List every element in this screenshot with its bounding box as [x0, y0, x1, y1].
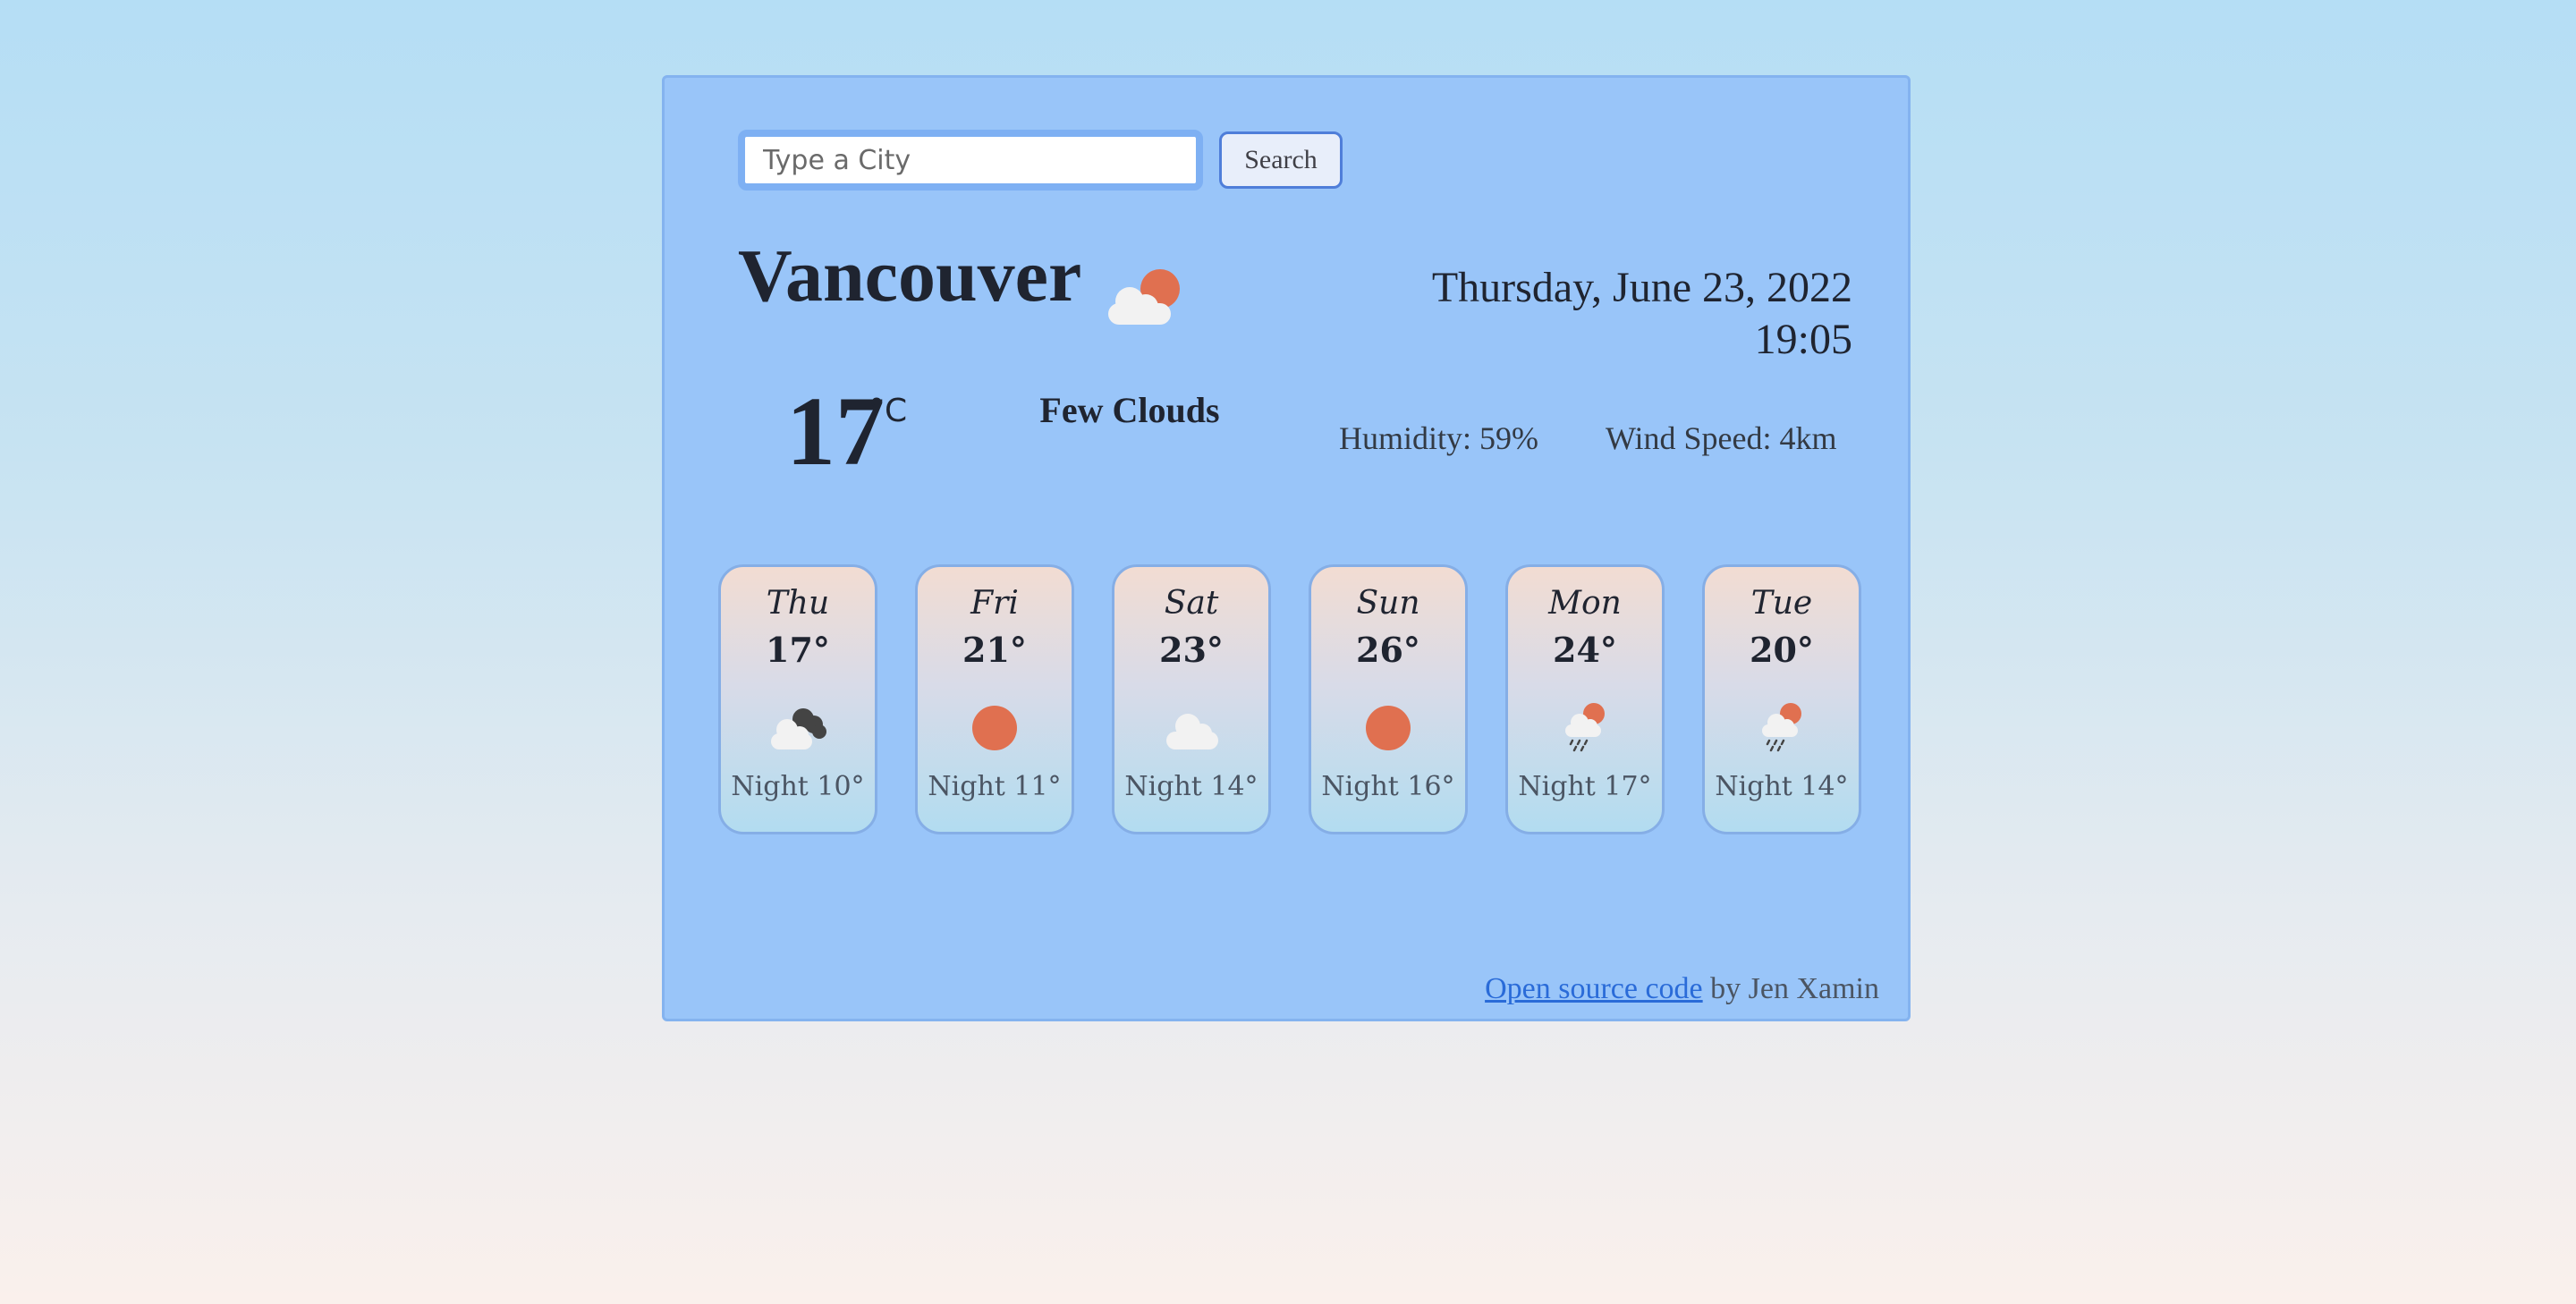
- open-source-link[interactable]: Open source code: [1485, 972, 1703, 1005]
- forecast-night-temp: Night 11°: [928, 771, 1062, 802]
- forecast-row: Thu 17° Night 10° Fri 21° Night 11° Sat …: [718, 564, 1861, 834]
- footer-author: by Jen Xamin: [1702, 972, 1879, 1005]
- forecast-day: Sat: [1164, 585, 1219, 622]
- forecast-temp: 21°: [962, 630, 1027, 670]
- forecast-day: Mon: [1548, 585, 1622, 622]
- few-clouds-day-icon: [1108, 269, 1180, 325]
- forecast-temp: 20°: [1750, 630, 1814, 670]
- forecast-night-temp: Night 17°: [1518, 771, 1652, 802]
- forecast-night-temp: Night 14°: [1715, 771, 1849, 802]
- city-name: Vancouver: [738, 234, 1082, 318]
- forecast-night-temp: Night 14°: [1124, 771, 1258, 802]
- forecast-night-temp: Night 10°: [731, 771, 865, 802]
- sun-icon: [972, 706, 1017, 750]
- forecast-temp: 26°: [1356, 630, 1420, 670]
- date-time: Thursday, June 23, 2022 19:05: [1432, 262, 1852, 366]
- weather-description: Few Clouds: [1039, 390, 1220, 430]
- rain-sun-icon: [1762, 703, 1801, 752]
- sun-icon: [1366, 706, 1411, 750]
- forecast-day: Sun: [1356, 585, 1420, 622]
- forecast-card: Fri 21° Night 11°: [915, 564, 1074, 834]
- forecast-card: Sat 23° Night 14°: [1112, 564, 1271, 834]
- weather-app-panel: Search Vancouver Thursday, June 23, 2022…: [662, 75, 1911, 1021]
- forecast-card: Tue 20° Night 14°: [1702, 564, 1861, 834]
- search-form: Search: [738, 130, 1343, 191]
- temperature-unit: °C: [869, 393, 908, 429]
- forecast-night-temp: Night 16°: [1321, 771, 1455, 802]
- cloud-icon: [1166, 714, 1218, 749]
- wind-speed-value: Wind Speed: 4km: [1606, 420, 1837, 456]
- humidity-value: Humidity: 59%: [1339, 420, 1538, 456]
- broken-clouds-icon: [771, 708, 826, 749]
- forecast-temp: 23°: [1159, 630, 1224, 670]
- forecast-temp: 24°: [1553, 630, 1617, 670]
- city-search-input[interactable]: [738, 130, 1203, 191]
- footer: Open source code by Jen Xamin: [1485, 972, 1879, 1006]
- forecast-card: Thu 17° Night 10°: [718, 564, 877, 834]
- forecast-temp: 17°: [766, 630, 830, 670]
- forecast-day: Tue: [1750, 585, 1813, 622]
- forecast-card: Mon 24° Night 17°: [1505, 564, 1665, 834]
- search-button[interactable]: Search: [1219, 131, 1343, 189]
- forecast-day: Thu: [766, 585, 830, 622]
- current-date: Thursday, June 23, 2022: [1431, 264, 1852, 311]
- current-time: 19:05: [1754, 316, 1852, 363]
- forecast-card: Sun 26° Night 16°: [1309, 564, 1468, 834]
- forecast-day: Fri: [970, 585, 1019, 622]
- rain-sun-icon: [1565, 703, 1605, 752]
